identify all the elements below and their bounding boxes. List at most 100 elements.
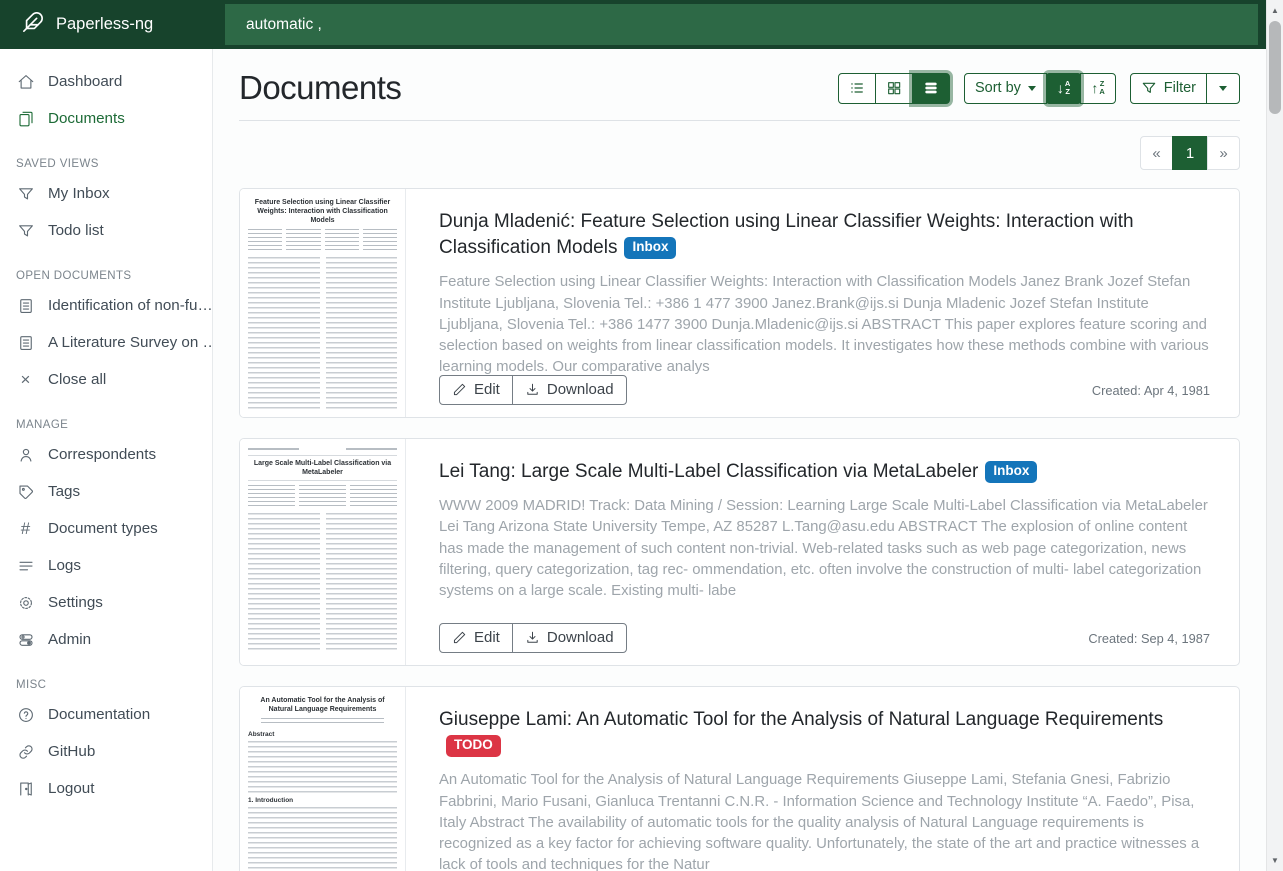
inbox-tag-badge[interactable]: Inbox [985, 461, 1037, 483]
sidebar-item-documents[interactable]: Documents [0, 100, 212, 137]
thumbnail-paper-title: Feature Selection using Linear Classifie… [248, 198, 397, 225]
edit-button[interactable]: Edit [439, 623, 513, 653]
sidebar-item-label: Identification of non-fu… [48, 297, 212, 314]
scrollbar-down-arrow-icon[interactable]: ▼ [1267, 856, 1283, 865]
sidebar-item-my-inbox[interactable]: My Inbox [0, 175, 212, 212]
documents-icon [16, 109, 35, 128]
document-thumbnail[interactable]: An Automatic Tool for the Analysis of Na… [240, 687, 406, 871]
file-text-icon [16, 333, 35, 352]
sidebar-item-github[interactable]: GitHub [0, 733, 212, 770]
sort-descending-button[interactable]: ↓ AZ [1046, 73, 1081, 104]
document-card: Feature Selection using Linear Classifie… [239, 188, 1240, 418]
view-controls: Sort by ↓ AZ ↑ ZA Filter [838, 73, 1240, 104]
sidebar-item-label: Todo list [48, 222, 104, 239]
caret-down-icon [1219, 86, 1227, 91]
sidebar-item-logout[interactable]: Logout [0, 770, 212, 807]
list-view-button[interactable] [838, 73, 876, 104]
sidebar-item-todo-list[interactable]: Todo list [0, 212, 212, 249]
thumbnail-text-block [248, 741, 397, 793]
link-icon [16, 742, 35, 761]
sidebar-item-label: Settings [48, 594, 103, 611]
document-title-link[interactable]: Lei Tang: Large Scale Multi-Label Classi… [439, 459, 1209, 485]
file-text-icon [16, 296, 35, 315]
grid-view-icon [886, 80, 902, 96]
door-icon [16, 779, 35, 798]
document-thumbnail[interactable]: Feature Selection using Linear Classifie… [240, 189, 406, 417]
pagination-prev-button[interactable]: « [1140, 136, 1173, 170]
open-documents-header: OPEN DOCUMENTS [0, 270, 212, 282]
todo-tag-badge[interactable]: TODO [446, 735, 501, 757]
filter-group: Filter [1130, 73, 1240, 104]
thumbnail-text-columns [248, 257, 397, 409]
filter-funnel-icon [16, 221, 35, 240]
sort-ascending-button[interactable]: ↑ ZA [1080, 73, 1115, 104]
sort-az-letters: AZ [1065, 80, 1070, 97]
filter-funnel-icon [1141, 80, 1157, 96]
download-button[interactable]: Download [512, 375, 627, 405]
gear-icon [16, 593, 35, 612]
thumbnail-authors [248, 229, 397, 251]
sort-by-dropdown[interactable]: Sort by [964, 73, 1047, 104]
created-date: Created: Apr 4, 1981 [1092, 383, 1210, 398]
document-title-link[interactable]: Dunja Mladenić: Feature Selection using … [439, 209, 1209, 261]
detail-view-button[interactable] [912, 73, 950, 104]
sidebar-item-label: A Literature Survey on … [48, 334, 212, 351]
arrow-down-icon: ↓ [1057, 81, 1064, 95]
pagination-next-button[interactable]: » [1207, 136, 1240, 170]
document-thumbnail[interactable]: Large Scale Multi-Label Classification v… [240, 439, 406, 665]
filter-button[interactable]: Filter [1130, 73, 1207, 104]
brand-link[interactable]: Paperless-ng [0, 0, 213, 49]
download-label: Download [547, 381, 614, 398]
sidebar-item-label: My Inbox [48, 185, 110, 202]
thumbnail-paper-title: Large Scale Multi-Label Classification v… [248, 455, 397, 481]
scrollbar-thumb[interactable] [1269, 21, 1281, 114]
card-actions: Edit Download [439, 375, 627, 405]
document-excerpt: WWW 2009 MADRID! Track: Data Mining / Se… [439, 496, 1209, 602]
download-label: Download [547, 629, 614, 646]
pagination-page-1-button[interactable]: 1 [1172, 136, 1208, 170]
sidebar-item-label: Logs [48, 557, 81, 574]
sidebar-item-close-all[interactable]: × Close all [0, 361, 212, 398]
sidebar-item-logs[interactable]: Logs [0, 547, 212, 584]
window-scrollbar[interactable]: ▲ ▼ [1266, 0, 1283, 871]
sidebar-item-correspondents[interactable]: Correspondents [0, 436, 212, 473]
sidebar-item-documentation[interactable]: Documentation [0, 696, 212, 733]
sort-by-label: Sort by [975, 80, 1021, 96]
document-excerpt: An Automatic Tool for the Analysis of Na… [439, 770, 1209, 871]
manage-header: MANAGE [0, 419, 212, 431]
arrow-up-icon: ↑ [1091, 81, 1098, 95]
search-input[interactable] [225, 4, 1258, 45]
document-title-link[interactable]: Giuseppe Lami: An Automatic Tool for the… [439, 707, 1209, 759]
filter-label: Filter [1164, 80, 1196, 96]
detail-view-icon [923, 80, 939, 96]
person-icon [16, 445, 35, 464]
sidebar-item-admin[interactable]: Admin [0, 621, 212, 658]
sidebar-item-document-types[interactable]: # Document types [0, 510, 212, 547]
toggles-icon [16, 630, 35, 649]
sidebar-open-document-2[interactable]: A Literature Survey on … [0, 324, 212, 361]
document-card: An Automatic Tool for the Analysis of Na… [239, 686, 1240, 871]
sidebar-item-label: Admin [48, 631, 91, 648]
home-icon [16, 72, 35, 91]
pagination: « 1 » [239, 136, 1240, 170]
title-divider [239, 120, 1240, 121]
grid-view-button[interactable] [875, 73, 913, 104]
inbox-tag-badge[interactable]: Inbox [624, 237, 676, 259]
scrollbar-up-arrow-icon[interactable]: ▲ [1267, 6, 1283, 15]
thumbnail-authors [261, 718, 383, 726]
filter-dropdown-toggle[interactable] [1206, 73, 1240, 104]
sidebar-item-dashboard[interactable]: Dashboard [0, 63, 212, 100]
card-actions: Edit Download [439, 623, 627, 653]
document-card-body: Giuseppe Lami: An Automatic Tool for the… [406, 687, 1239, 871]
saved-views-header: SAVED VIEWS [0, 158, 212, 170]
document-card-body: Lei Tang: Large Scale Multi-Label Classi… [406, 439, 1239, 665]
sort-group: Sort by ↓ AZ ↑ ZA [964, 73, 1116, 104]
sidebar-open-document-1[interactable]: Identification of non-fu… [0, 287, 212, 324]
edit-button[interactable]: Edit [439, 375, 513, 405]
download-button[interactable]: Download [512, 623, 627, 653]
sidebar-item-label: Dashboard [48, 73, 122, 90]
sidebar-item-settings[interactable]: Settings [0, 584, 212, 621]
thumbnail-text-block [248, 807, 397, 871]
sidebar-item-tags[interactable]: Tags [0, 473, 212, 510]
edit-label: Edit [474, 381, 500, 398]
